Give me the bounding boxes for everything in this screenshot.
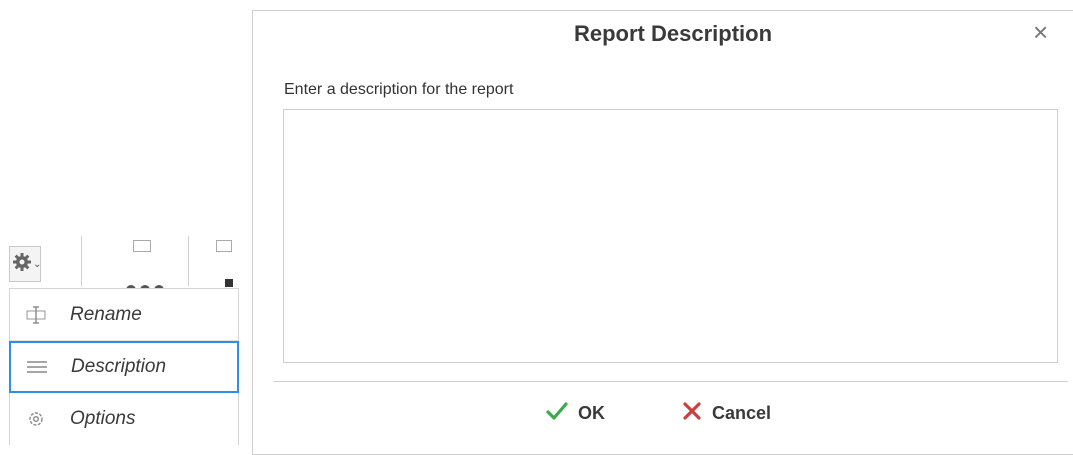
settings-menu: Rename Description Options	[9, 288, 239, 445]
ribbon-glyph	[225, 279, 233, 287]
ok-button[interactable]: OK	[546, 401, 605, 425]
dialog-title: Report Description	[573, 21, 773, 46]
menu-item-options[interactable]: Options	[10, 393, 238, 445]
background-toolbar: ⌄ Rename Description Options	[0, 0, 260, 445]
ok-label: OK	[578, 402, 605, 423]
report-description-dialog: Report Description × Enter a description…	[252, 10, 1073, 455]
ribbon-divider	[188, 236, 189, 286]
image-icon	[216, 240, 232, 252]
check-icon	[546, 401, 568, 425]
menu-item-rename[interactable]: Rename	[10, 289, 238, 341]
cancel-button[interactable]: Cancel	[682, 401, 771, 425]
menu-item-label: Options	[70, 408, 136, 429]
cancel-label: Cancel	[712, 402, 772, 423]
chevron-down-icon: ⌄	[33, 258, 42, 270]
footer-divider	[273, 381, 1068, 382]
layout-icon	[133, 240, 151, 252]
description-textarea[interactable]	[283, 109, 1058, 363]
close-icon[interactable]: ×	[1033, 17, 1048, 48]
settings-dropdown-button[interactable]: ⌄	[9, 246, 41, 282]
menu-item-description[interactable]: Description	[9, 341, 239, 393]
x-icon	[682, 401, 702, 425]
description-prompt: Enter a description for the report	[284, 81, 514, 98]
ribbon-divider	[81, 236, 82, 286]
gear-icon	[12, 252, 32, 277]
menu-item-label: Rename	[70, 303, 142, 325]
options-gear-icon	[24, 409, 48, 429]
lines-icon	[25, 357, 49, 377]
menu-item-label: Description	[71, 356, 167, 377]
rename-icon	[24, 305, 48, 325]
